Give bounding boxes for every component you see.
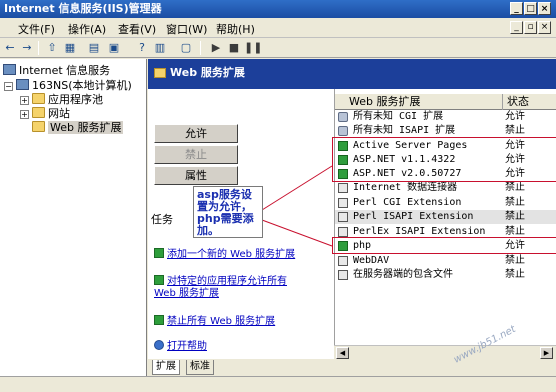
folder-icon <box>154 68 166 78</box>
up-folder-icon[interactable]: ⇧ <box>44 40 60 56</box>
folder-icon <box>32 121 45 132</box>
allow-icon <box>154 275 164 285</box>
console-icon[interactable]: ▥ <box>152 40 168 56</box>
iis-server-icon <box>3 64 16 75</box>
extension-icon <box>338 256 348 266</box>
allow-app-extensions-link-line2[interactable]: Web 服务扩展 <box>154 288 219 300</box>
banner-title: Web 服务扩展 <box>170 66 245 79</box>
properties-button[interactable]: 属性 <box>154 166 238 185</box>
tree-item-websites[interactable]: 网站 <box>32 107 70 121</box>
tree-computer[interactable]: 163NS(本地计算机) <box>16 79 132 93</box>
tab-extended[interactable]: 扩展 <box>152 360 180 375</box>
properties-icon[interactable]: ▣ <box>106 40 122 56</box>
export-list-icon[interactable]: ▤ <box>86 40 102 56</box>
allow-app-extensions-link[interactable]: 对特定的应用程序允许所有 <box>154 275 287 288</box>
folder-icon <box>32 93 45 104</box>
pane-banner: Web 服务扩展 <box>148 59 556 89</box>
extension-icon <box>338 212 348 222</box>
tab-standard[interactable]: 标准 <box>186 360 214 375</box>
maximize-icon[interactable]: □ <box>524 2 537 15</box>
menu-window[interactable]: 窗口(W) <box>166 21 207 37</box>
mdi-minimize-icon[interactable]: _ <box>510 21 523 34</box>
menu-help[interactable]: 帮助(H) <box>216 21 255 37</box>
toolbar-separator <box>38 41 39 55</box>
window-title-bar: Internet 信息服务(IIS)管理器 _ □ × <box>0 0 556 18</box>
mdi-restore-icon[interactable]: ▫ <box>524 21 537 34</box>
horizontal-scrollbar[interactable]: ◀ ▶ <box>334 345 556 359</box>
view-tabs: 扩展 标准 <box>148 359 556 376</box>
annotation-callout: asp服务设置为允许，php需要添加。 <box>193 186 263 238</box>
toolbar: ← → ⇧ ▦ ▤ ▣ ? ▥ ▢ ▶ ■ ❚❚ <box>0 38 556 58</box>
back-icon[interactable]: ← <box>2 40 18 56</box>
list-item[interactable]: Perl ISAPI Extension 禁止 <box>335 210 556 224</box>
tree-item-app-pools[interactable]: 应用程序池 <box>32 93 103 107</box>
annotation-highlight-php <box>332 237 556 254</box>
extension-icon <box>338 270 348 280</box>
computer-icon[interactable]: ▢ <box>178 40 194 56</box>
filter-icon <box>338 126 348 136</box>
list-item[interactable]: Internet 数据连接器 禁止 <box>335 181 556 195</box>
scroll-right-icon[interactable]: ▶ <box>540 347 553 359</box>
list-item[interactable]: 所有未知 ISAPI 扩展 禁止 <box>335 124 556 138</box>
collapse-icon[interactable]: − <box>4 82 13 91</box>
menu-file[interactable]: 文件(F) <box>18 21 55 37</box>
console-tree: Internet 信息服务 − 163NS(本地计算机) + 应用程序池 + 网… <box>0 59 147 392</box>
menu-bar: 文件(F) 操作(A) 查看(V) 窗口(W) 帮助(H) <box>0 18 556 38</box>
prohibit-icon <box>154 315 164 325</box>
add-extension-link[interactable]: 添加一个新的 Web 服务扩展 <box>154 248 295 261</box>
folder-icon <box>32 107 45 118</box>
stop-icon[interactable]: ■ <box>226 40 242 56</box>
pause-icon[interactable]: ❚❚ <box>244 40 262 56</box>
play-icon[interactable]: ▶ <box>208 40 224 56</box>
tasks-label: 任务 <box>151 213 173 226</box>
show-tree-icon[interactable]: ▦ <box>62 40 78 56</box>
tree-item-web-service-extensions[interactable]: Web 服务扩展 <box>32 121 124 135</box>
mdi-close-icon[interactable]: × <box>538 21 551 34</box>
add-icon <box>154 248 164 258</box>
extension-icon <box>338 183 348 193</box>
expand-icon[interactable]: + <box>20 96 29 105</box>
extension-icon <box>338 198 348 208</box>
close-icon[interactable]: × <box>538 2 551 15</box>
column-header-name[interactable]: Web 服务扩展 <box>335 94 503 110</box>
status-bar <box>0 376 556 392</box>
extension-icon <box>338 227 348 237</box>
help-icon <box>154 340 164 350</box>
menu-view[interactable]: 查看(V) <box>118 21 156 37</box>
computer-icon <box>16 79 29 90</box>
annotation-highlight-asp <box>332 137 556 182</box>
toolbar-separator <box>200 41 201 55</box>
list-item[interactable]: 所有未知 CGI 扩展 允许 <box>335 110 556 124</box>
menu-action[interactable]: 操作(A) <box>68 21 106 37</box>
window-title: Internet 信息服务(IIS)管理器 <box>4 2 162 15</box>
forward-icon[interactable]: → <box>19 40 35 56</box>
scroll-left-icon[interactable]: ◀ <box>336 347 349 359</box>
help-icon[interactable]: ? <box>134 40 150 56</box>
minimize-icon[interactable]: _ <box>510 2 523 15</box>
extensions-list: Web 服务扩展 状态 所有未知 CGI 扩展 允许 所有未知 ISAPI 扩展禁… <box>332 89 556 361</box>
tree-root[interactable]: Internet 信息服务 <box>3 64 110 78</box>
open-help-link[interactable]: 打开帮助 <box>154 340 207 353</box>
prohibit-all-link[interactable]: 禁止所有 Web 服务扩展 <box>154 315 275 328</box>
expand-icon[interactable]: + <box>20 110 29 119</box>
list-header: Web 服务扩展 状态 <box>335 94 556 110</box>
allow-button[interactable]: 允许 <box>154 124 238 143</box>
list-item[interactable]: WebDAV 禁止 <box>335 254 556 268</box>
prohibit-button[interactable]: 禁止 <box>154 145 238 164</box>
column-header-status[interactable]: 状态 <box>503 94 556 110</box>
list-item[interactable]: 在服务器端的包含文件 禁止 <box>335 268 556 282</box>
extension-icon <box>338 112 348 122</box>
list-item[interactable]: Perl CGI Extension 禁止 <box>335 196 556 210</box>
